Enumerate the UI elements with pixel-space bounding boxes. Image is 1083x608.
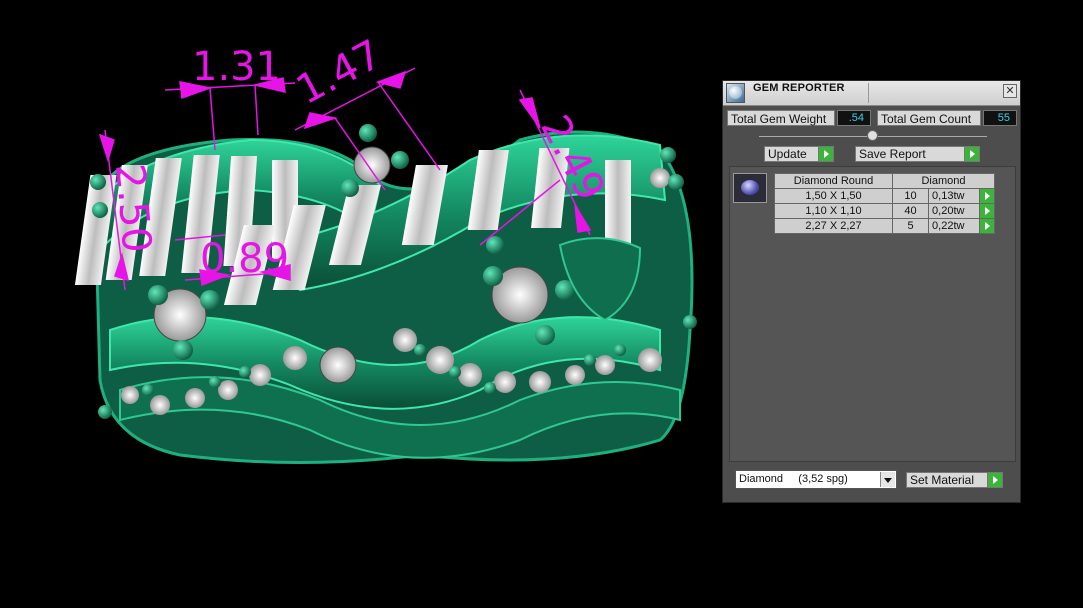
dimension-label: 1.31 <box>192 44 281 90</box>
dimension-label: 1.47 <box>289 31 389 113</box>
total-gem-count-label: Total Gem Count <box>877 110 981 126</box>
material-select-value: Diamond (3,52 spg) <box>739 473 848 485</box>
table-row: 1,50 X 1,50 10 0,13tw <box>774 188 996 204</box>
table-row: 2,27 X 2,27 5 0,22tw <box>774 218 996 234</box>
save-report-button[interactable]: Save Report <box>855 146 980 162</box>
save-report-button-label: Save Report <box>859 147 926 161</box>
gem-list-area: Diamond Round Diamond 1,50 X 1,50 10 0,1… <box>729 166 1016 462</box>
gem-reporter-panel: GEM REPORTER ✕ Total Gem Weight .54 Tota… <box>722 80 1021 503</box>
gem-weight-cell: 0,20tw <box>928 203 980 219</box>
titlebar-divider <box>868 83 869 103</box>
total-gem-weight-value: .54 <box>837 110 871 126</box>
gem-weight-cell: 0,22tw <box>928 218 980 234</box>
total-gem-weight-label: Total Gem Weight <box>727 110 835 126</box>
table-header-row: Diamond Round Diamond <box>774 173 995 189</box>
slider-thumb[interactable] <box>867 130 878 141</box>
gem-size-cell: 1,50 X 1,50 <box>774 188 893 204</box>
table-row: 1,10 X 1,10 40 0,20tw <box>774 203 996 219</box>
gem-reporter-icon <box>726 83 745 103</box>
gem-size-cell: 1,10 X 1,10 <box>774 203 893 219</box>
3d-viewport[interactable]: 1.31 1.47 2.49 2.50 0.89 <box>0 0 720 608</box>
row-arrow-button[interactable] <box>978 218 996 234</box>
update-button[interactable]: Update <box>764 146 834 162</box>
dimension-label: 2.50 <box>106 162 160 255</box>
gem-count-cell: 5 <box>891 218 930 234</box>
close-button[interactable]: ✕ <box>1003 84 1017 98</box>
row-arrow-button[interactable] <box>978 188 996 204</box>
set-material-button[interactable]: Set Material <box>906 472 1003 488</box>
diamond-gem-icon[interactable] <box>733 173 767 203</box>
play-arrow-icon <box>964 147 979 161</box>
total-gem-count-value: 55 <box>983 110 1017 126</box>
gem-count-cell: 40 <box>891 203 930 219</box>
update-button-label: Update <box>768 147 807 161</box>
play-arrow-icon <box>818 147 833 161</box>
panel-title: GEM REPORTER <box>753 82 845 94</box>
column-header: Diamond <box>892 173 995 189</box>
material-select[interactable]: Diamond (3,52 spg) <box>735 470 897 489</box>
gem-weight-cell: 0,13tw <box>928 188 980 204</box>
gem-size-cell: 2,27 X 2,27 <box>774 218 893 234</box>
ring-model: 1.31 1.47 2.49 2.50 0.89 <box>74 31 697 464</box>
gem-table: Diamond Round Diamond 1,50 X 1,50 10 0,1… <box>774 173 996 234</box>
dimension-label: 0.89 <box>200 236 289 282</box>
column-header: Diamond Round <box>774 173 893 189</box>
play-arrow-icon <box>987 473 1002 487</box>
panel-titlebar[interactable]: GEM REPORTER ✕ <box>723 81 1020 106</box>
chevron-down-icon[interactable] <box>880 472 895 487</box>
set-material-button-label: Set Material <box>910 473 975 487</box>
gem-count-cell: 10 <box>891 188 930 204</box>
row-arrow-button[interactable] <box>978 203 996 219</box>
